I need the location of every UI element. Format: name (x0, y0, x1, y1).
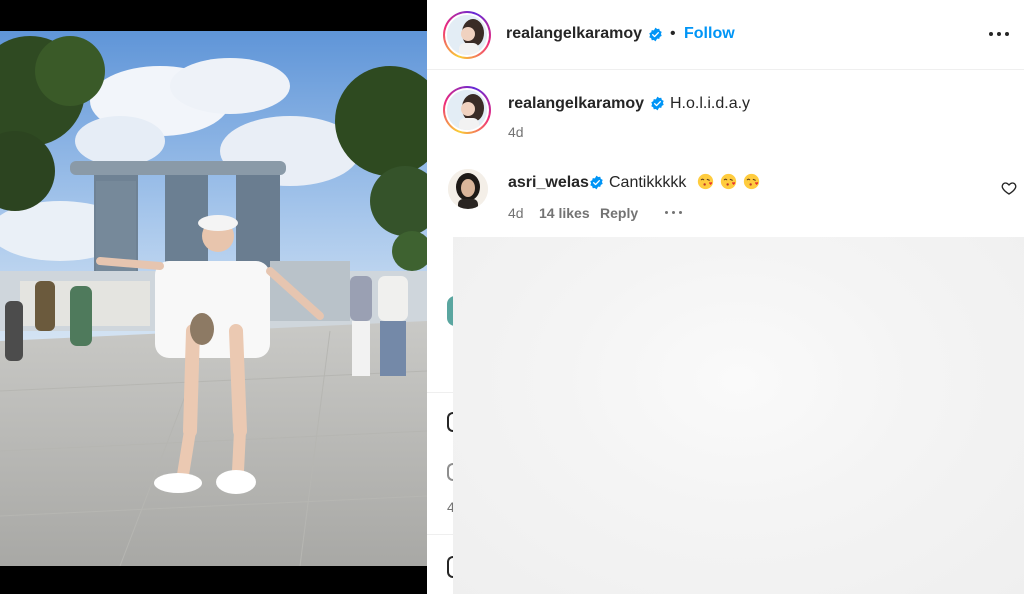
blurred-content-overlay (453, 237, 1024, 594)
caption-verified-badge-icon (651, 96, 664, 111)
face-blowing-kiss-icon (743, 173, 760, 190)
like-comment-heart-icon[interactable] (1001, 180, 1017, 196)
commenter-avatar-image (448, 169, 488, 209)
commenter-avatar[interactable] (448, 169, 488, 209)
author-avatar[interactable] (443, 11, 491, 59)
post-header: realangelkaramoy • Follow (427, 0, 1024, 70)
divider-2 (427, 534, 453, 535)
comment-likes-count[interactable]: 14 likes (539, 205, 590, 221)
divider (427, 392, 453, 393)
follow-button[interactable]: Follow (684, 25, 735, 43)
author-avatar-image (447, 15, 487, 55)
post-media-panel (0, 0, 427, 594)
caption-author-avatar[interactable] (443, 86, 491, 134)
commenter-username[interactable]: asri_welas (508, 174, 589, 192)
verified-badge-icon (649, 27, 662, 42)
caption-timestamp[interactable]: 4d (508, 124, 524, 140)
comment-text: Cantikkkkk (609, 174, 687, 191)
caption-avatar-image (447, 90, 487, 130)
caption-username[interactable]: realangelkaramoy (508, 95, 644, 113)
holiday-photo-image (0, 31, 427, 566)
author-username[interactable]: realangelkaramoy (506, 25, 642, 43)
comment-options-icon[interactable] (663, 207, 685, 217)
face-blowing-kiss-icon (697, 173, 714, 190)
caption-text: H.o.l.i.d.a.y (670, 95, 751, 112)
post-photo[interactable] (0, 31, 427, 566)
commenter-verified-badge-icon (590, 175, 603, 190)
post-side-panel: realangelkaramoy • Follow realangelkaram… (427, 0, 1024, 594)
comment-timestamp[interactable]: 4d (508, 205, 524, 221)
face-blowing-kiss-icon (720, 173, 737, 190)
more-options-icon[interactable] (987, 22, 1011, 46)
header-separator: • (670, 25, 676, 42)
reply-button[interactable]: Reply (600, 205, 638, 221)
